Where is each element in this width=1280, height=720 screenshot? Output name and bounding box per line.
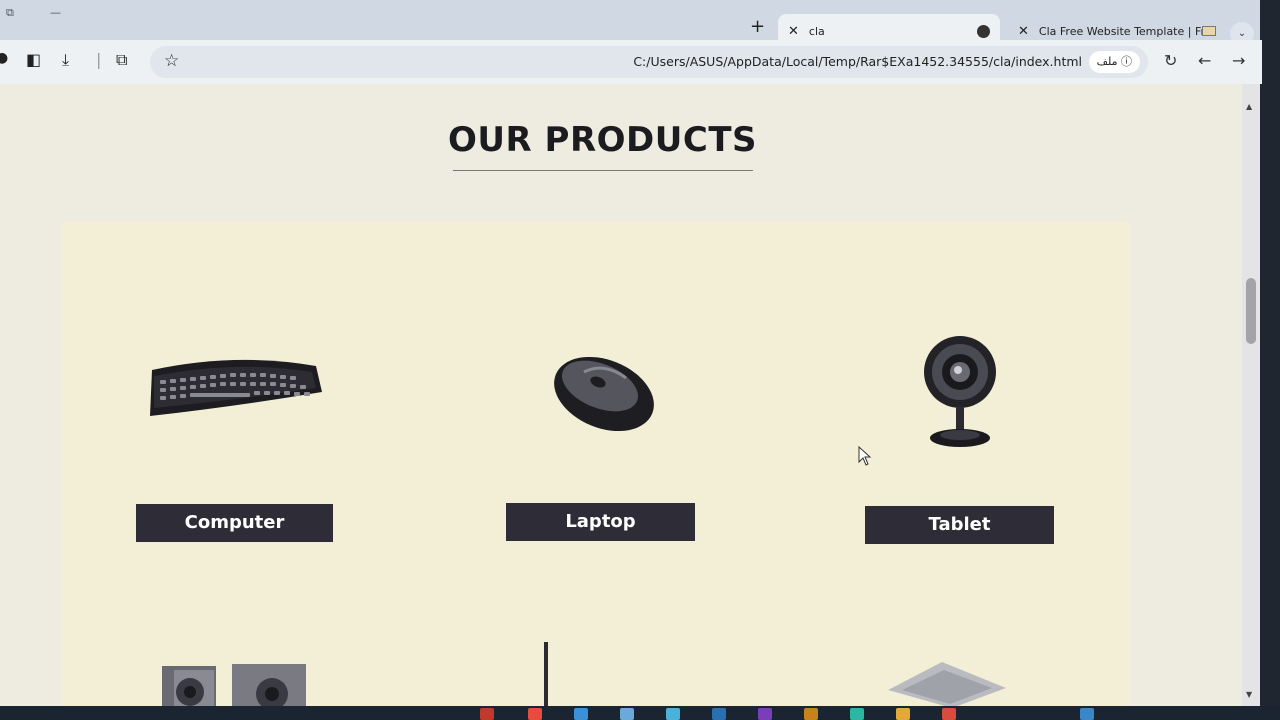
window-menu-icon[interactable]: ⧉	[6, 6, 14, 20]
os-taskbar	[0, 706, 1280, 720]
premiere-icon[interactable]	[758, 708, 772, 720]
product-button-laptop[interactable]: Laptop	[506, 503, 695, 541]
globe-icon	[977, 24, 990, 38]
product-button-tablet[interactable]: Tablet	[865, 506, 1054, 544]
router-antenna-image	[544, 642, 548, 706]
tab-title: cla	[808, 24, 825, 38]
chrome-icon[interactable]	[942, 708, 956, 720]
page-scrollbar[interactable]: ▲ ▼	[1242, 84, 1260, 706]
taskbar-app-icon[interactable]	[480, 708, 494, 720]
mouse-image	[554, 356, 654, 432]
scroll-up-icon[interactable]: ▲	[1246, 102, 1252, 111]
keyboard-image	[150, 359, 322, 416]
profile-icon[interactable]: ●	[0, 50, 8, 66]
sidebar-icon[interactable]: ◧	[26, 50, 41, 69]
tab-favicon-icon	[1202, 26, 1216, 36]
site-info-label: ملف	[1096, 55, 1118, 68]
illustrator-icon[interactable]	[804, 708, 818, 720]
page-viewport: OUR PRODUCTS Computer Laptop Tablet	[0, 84, 1250, 706]
browser-toolbar: ● ◧ ⤓ | ⧉ ☆ C:/Users/ASUS/AppData/Local/…	[0, 40, 1262, 84]
taskbar-app-icon[interactable]	[1080, 708, 1094, 720]
info-icon: ⓘ	[1121, 55, 1132, 68]
photoshop-icon[interactable]	[712, 708, 726, 720]
scrollbar-thumb[interactable]	[1246, 278, 1256, 344]
url-text[interactable]: C:/Users/ASUS/AppData/Local/Temp/Rar$EXa…	[633, 54, 1082, 69]
tab-title: Cla Free Website Template | Fre	[1038, 24, 1202, 38]
taskbar-app-icon[interactable]	[528, 708, 542, 720]
bookmark-star-icon[interactable]: ☆	[164, 51, 179, 71]
back-icon[interactable]: ←	[1198, 51, 1211, 70]
site-info-chip[interactable]: ملف ⓘ	[1088, 51, 1140, 73]
folder-icon[interactable]	[896, 708, 910, 720]
page-title: OUR PRODUCTS	[448, 120, 757, 160]
extensions-icon[interactable]: ⧉	[116, 50, 127, 70]
close-tab-icon[interactable]: ✕	[788, 24, 799, 39]
product-button-computer[interactable]: Computer	[136, 504, 333, 542]
vscode-icon[interactable]	[574, 708, 588, 720]
speakers-image	[162, 664, 306, 706]
address-bar[interactable]: ☆ C:/Users/ASUS/AppData/Local/Temp/Rar$E…	[150, 46, 1148, 78]
scroll-down-icon[interactable]: ▼	[1246, 690, 1252, 699]
mouse-cursor-icon	[858, 446, 872, 466]
edge-icon[interactable]	[850, 708, 864, 720]
close-tab-icon[interactable]: ✕	[1018, 24, 1029, 39]
forward-icon[interactable]: →	[1232, 51, 1245, 70]
toolbar-divider: |	[96, 50, 102, 69]
products-panel	[62, 222, 1130, 706]
new-tab-button[interactable]: +	[750, 16, 765, 37]
minimize-icon[interactable]: —	[50, 6, 61, 19]
tablet-device-image	[888, 662, 1006, 706]
webcam-image	[924, 336, 996, 447]
reload-icon[interactable]: ↻	[1164, 51, 1177, 70]
taskbar-app-icon[interactable]	[666, 708, 680, 720]
title-underline	[453, 170, 753, 171]
taskbar-app-icon[interactable]	[620, 708, 634, 720]
download-icon[interactable]: ⤓	[62, 50, 69, 70]
